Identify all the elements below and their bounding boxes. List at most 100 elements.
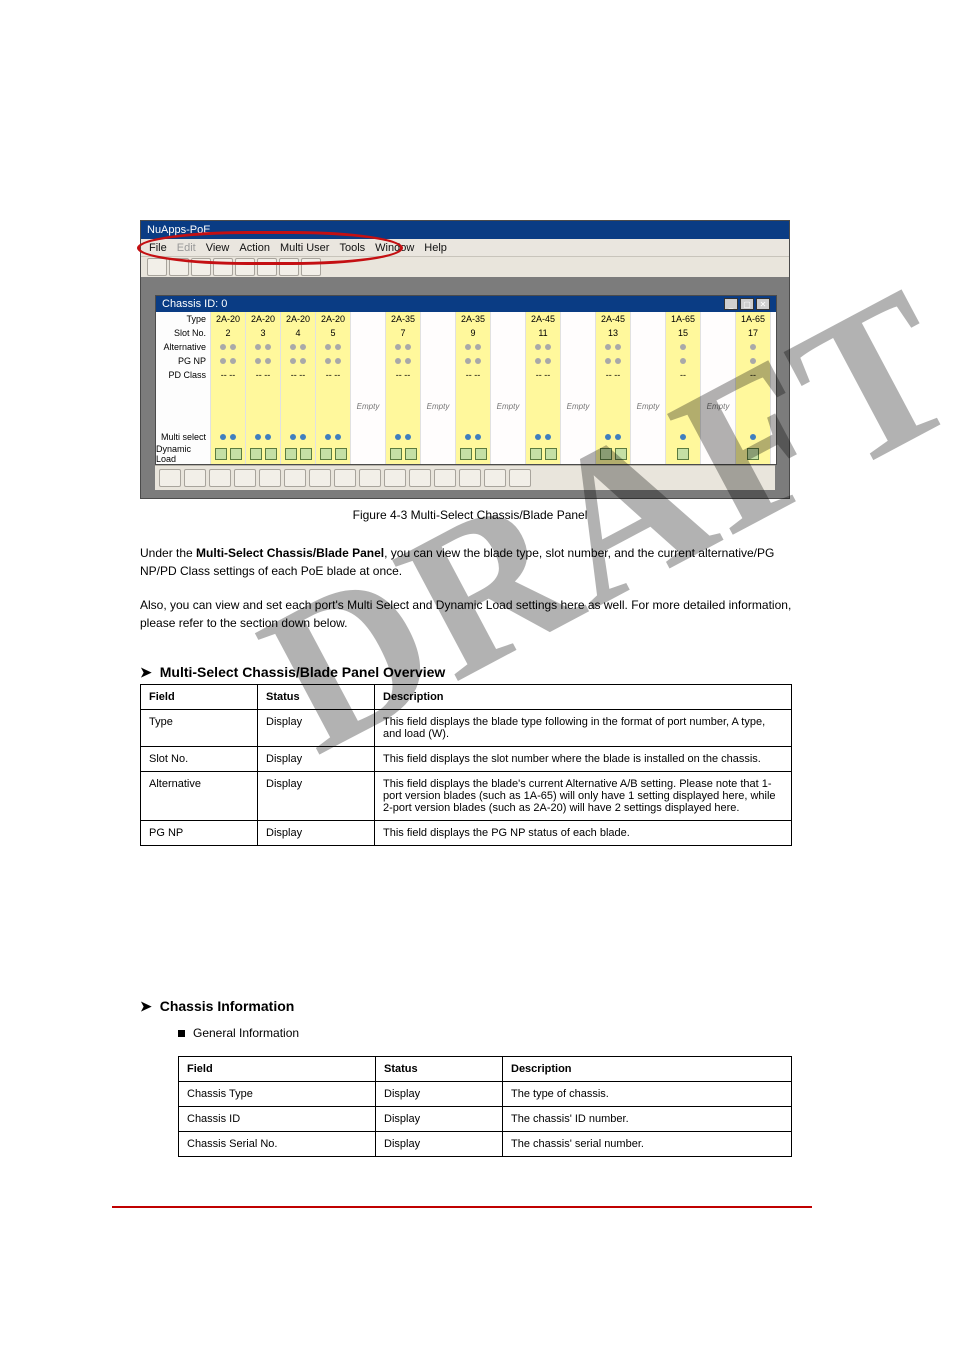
grid-cell[interactable] (666, 430, 701, 444)
grid-cell[interactable] (736, 430, 771, 444)
app-client-area: Chassis ID: 0 _ ▢ ✕ Type2A-202A-202A-202… (141, 277, 789, 498)
toolbar-btn[interactable] (169, 258, 189, 276)
toolbar-btn[interactable] (213, 258, 233, 276)
tool-btn[interactable] (334, 469, 356, 487)
grid-cell (281, 340, 316, 354)
tool-btn[interactable] (509, 469, 531, 487)
grid-cell[interactable] (526, 444, 561, 464)
grid-cell[interactable] (526, 430, 561, 444)
figure-caption: Figure 4-3 Multi-Select Chassis/Blade Pa… (140, 508, 800, 522)
cell: The chassis' serial number. (503, 1132, 792, 1157)
table-row: Chassis ID Display The chassis' ID numbe… (179, 1107, 792, 1132)
grid-cell[interactable] (386, 430, 421, 444)
app-menubar[interactable]: File Edit View Action Multi User Tools W… (141, 239, 789, 256)
row-label: PD Class (156, 368, 211, 382)
grid-cell: 2A-20 (281, 312, 316, 326)
cell: Chassis ID (179, 1107, 376, 1132)
menu-edit[interactable]: Edit (177, 242, 196, 254)
th-field: Field (179, 1057, 376, 1082)
tool-btn[interactable] (284, 469, 306, 487)
grid-cell[interactable] (386, 444, 421, 464)
grid-cell[interactable] (211, 430, 246, 444)
toolbar-btn[interactable] (301, 258, 321, 276)
grid-cell (281, 382, 316, 430)
menu-window[interactable]: Window (375, 242, 414, 254)
cell: This field displays the blade's current … (375, 772, 792, 821)
tool-btn[interactable] (459, 469, 481, 487)
cell: Type (141, 710, 258, 747)
tool-btn[interactable] (259, 469, 281, 487)
subsection-bullet: General Information (178, 1026, 299, 1040)
restore-button[interactable]: ▢ (740, 298, 754, 310)
page-rule (112, 1206, 812, 1208)
grid-cell[interactable] (281, 430, 316, 444)
grid-cell (211, 382, 246, 430)
grid-cell[interactable] (246, 444, 281, 464)
cell: Display (258, 710, 375, 747)
toolbar-btn[interactable] (147, 258, 167, 276)
cell: This field displays the slot number wher… (375, 747, 792, 772)
menu-tools[interactable]: Tools (339, 242, 365, 254)
section-heading-2: ➤Chassis Information (140, 998, 294, 1015)
grid-cell (666, 340, 701, 354)
tool-btn[interactable] (484, 469, 506, 487)
th-status: Status (258, 685, 375, 710)
grid-cell[interactable] (736, 444, 771, 464)
cell: Display (258, 821, 375, 846)
grid-cell: 2A-35 (456, 312, 491, 326)
tool-btn[interactable] (409, 469, 431, 487)
chassis-bottom-toolbar (155, 465, 775, 490)
grid-cell[interactable] (456, 430, 491, 444)
grid-cell (456, 382, 491, 430)
row-label: Dynamic Load (156, 444, 211, 464)
grid-cell[interactable] (596, 444, 631, 464)
tool-btn[interactable] (234, 469, 256, 487)
toolbar-btn[interactable] (191, 258, 211, 276)
grid-cell[interactable] (246, 430, 281, 444)
grid-cell[interactable] (666, 444, 701, 464)
grid-cell[interactable] (211, 444, 246, 464)
tool-btn[interactable] (384, 469, 406, 487)
grid-cell (386, 382, 421, 430)
toolbar-btn[interactable] (279, 258, 299, 276)
grid-cell: 1A-65 (736, 312, 771, 326)
grid-cell: -- -- (386, 368, 421, 382)
grid-cell (456, 354, 491, 368)
row-label: Type (156, 312, 211, 326)
grid-cell (666, 382, 701, 430)
cell: Display (258, 772, 375, 821)
cell: PG NP (141, 821, 258, 846)
toolbar-btn[interactable] (235, 258, 255, 276)
grid-cell: -- -- (211, 368, 246, 382)
menu-multiuser[interactable]: Multi User (280, 242, 330, 254)
tool-btn[interactable] (184, 469, 206, 487)
section-heading-1: ➤Multi-Select Chassis/Blade Panel Overvi… (140, 664, 445, 681)
grid-cell: 9 (456, 326, 491, 340)
minimize-button[interactable]: _ (724, 298, 738, 310)
tool-btn[interactable] (434, 469, 456, 487)
tool-btn[interactable] (159, 469, 181, 487)
menu-view[interactable]: View (206, 242, 230, 254)
table-row: PG NP Display This field displays the PG… (141, 821, 792, 846)
chassis-window: Chassis ID: 0 _ ▢ ✕ Type2A-202A-202A-202… (155, 295, 777, 465)
cell: Chassis Serial No. (179, 1132, 376, 1157)
grid-cell[interactable] (316, 430, 351, 444)
menu-help[interactable]: Help (424, 242, 447, 254)
menu-file[interactable]: File (149, 242, 167, 254)
grid-cell[interactable] (456, 444, 491, 464)
grid-cell (386, 354, 421, 368)
grid-cell[interactable] (596, 430, 631, 444)
grid-cell[interactable] (281, 444, 316, 464)
menu-action[interactable]: Action (239, 242, 270, 254)
general-info-table: Field Status Description Chassis Type Di… (178, 1056, 792, 1157)
tool-btn[interactable] (209, 469, 231, 487)
grid-cell[interactable] (316, 444, 351, 464)
toolbar-btn[interactable] (257, 258, 277, 276)
row-label: Alternative (156, 340, 211, 354)
tool-btn[interactable] (309, 469, 331, 487)
window-buttons: _ ▢ ✕ (724, 298, 770, 310)
close-button[interactable]: ✕ (756, 298, 770, 310)
grid-cell (386, 340, 421, 354)
tool-btn[interactable] (359, 469, 381, 487)
heading-text: Multi-Select Chassis/Blade Panel Overvie… (160, 664, 446, 680)
